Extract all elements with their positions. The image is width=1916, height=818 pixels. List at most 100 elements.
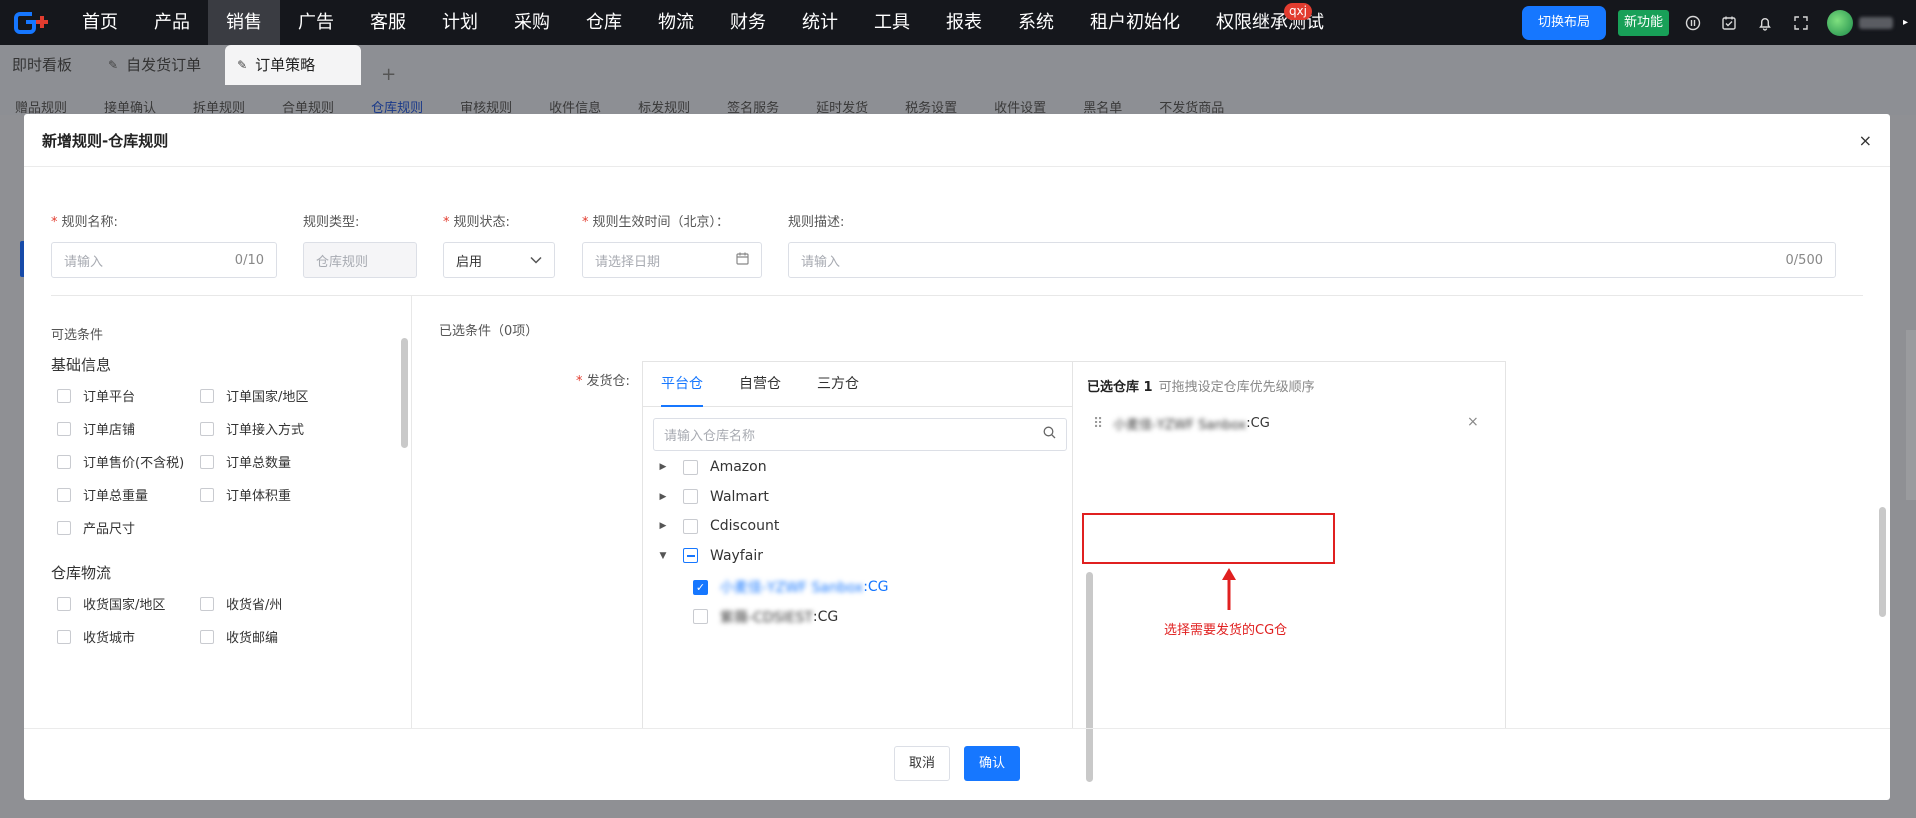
- caret-right-icon[interactable]: ▸: [1903, 17, 1908, 28]
- condition-checkbox[interactable]: 订单接入方式: [200, 419, 304, 438]
- warehouse-tree-leaf[interactable]: 紫薇-CDSIEST:CG: [693, 607, 838, 627]
- nav-item[interactable]: 报表: [928, 0, 1000, 45]
- left-panel-scrollbar[interactable]: [401, 338, 408, 448]
- cancel-button[interactable]: 取消: [894, 746, 950, 781]
- warehouse-type-tab[interactable]: 自营仓: [739, 362, 781, 407]
- warehouse-type-tab[interactable]: 平台仓: [661, 362, 703, 407]
- sub-tab[interactable]: 标发规则: [638, 101, 690, 115]
- nav-item[interactable]: 工具: [856, 0, 928, 45]
- checkbox-icon[interactable]: [683, 548, 698, 563]
- checkbox-icon[interactable]: [57, 520, 71, 535]
- condition-checkbox[interactable]: 订单店铺: [57, 419, 135, 438]
- drag-handle-icon[interactable]: ⠿: [1093, 416, 1103, 432]
- checkbox-icon[interactable]: [200, 629, 214, 644]
- nav-item[interactable]: 广告: [280, 0, 352, 45]
- warehouse-tree-leaf[interactable]: ✓ 小麦佳-YZWF Sanbox:CG: [693, 577, 889, 597]
- sub-tab[interactable]: 税务设置: [905, 101, 957, 115]
- sub-tab[interactable]: 签名服务: [727, 101, 779, 115]
- calendar-check-icon[interactable]: [1711, 0, 1747, 45]
- condition-checkbox[interactable]: 订单总数量: [200, 452, 291, 471]
- pin-icon[interactable]: ✎: [108, 45, 118, 85]
- nav-item[interactable]: 销售: [208, 0, 280, 45]
- checkbox-icon[interactable]: [57, 454, 71, 469]
- condition-checkbox[interactable]: 产品尺寸: [57, 518, 135, 537]
- status-icon[interactable]: [1675, 0, 1711, 45]
- avatar[interactable]: [1826, 9, 1853, 36]
- sub-tab[interactable]: 拆单规则: [193, 101, 245, 115]
- add-tab-button[interactable]: +: [361, 64, 416, 85]
- checkbox-icon[interactable]: [57, 629, 71, 644]
- switch-layout-button[interactable]: 切换布局: [1521, 5, 1606, 40]
- warehouse-type-tab[interactable]: 三方仓: [817, 362, 859, 407]
- confirm-button[interactable]: 确认: [964, 746, 1020, 781]
- sub-tab[interactable]: 接单确认: [104, 101, 156, 115]
- nav-item[interactable]: 计划: [424, 0, 496, 45]
- checkbox-icon[interactable]: ✓: [693, 579, 708, 595]
- sub-tab[interactable]: 黑名单: [1083, 101, 1122, 115]
- sub-tab[interactable]: 不发货商品: [1159, 101, 1224, 115]
- nav-item[interactable]: 租户初始化: [1072, 0, 1198, 45]
- nav-item[interactable]: 仓库: [568, 0, 640, 45]
- checkbox-icon[interactable]: [683, 459, 698, 475]
- sub-tab[interactable]: 仓库规则: [371, 101, 423, 115]
- fullscreen-icon[interactable]: [1783, 0, 1819, 45]
- nav-item[interactable]: 采购: [496, 0, 568, 45]
- warehouse-tree-node[interactable]: ▶ Cdiscount: [657, 518, 780, 534]
- checkbox-icon[interactable]: [693, 609, 708, 624]
- checkbox-icon[interactable]: [200, 596, 214, 611]
- condition-checkbox[interactable]: 收货国家/地区: [57, 594, 165, 613]
- sub-tab[interactable]: 合单规则: [282, 101, 334, 115]
- condition-checkbox[interactable]: 收货省/州: [200, 594, 282, 613]
- checkbox-icon[interactable]: [57, 596, 71, 611]
- nav-item[interactable]: 统计: [784, 0, 856, 45]
- condition-checkbox[interactable]: 收货邮编: [200, 627, 278, 646]
- nav-item[interactable]: 财务: [712, 0, 784, 45]
- condition-checkbox[interactable]: 收货城市: [57, 627, 135, 646]
- caret-right-icon[interactable]: ▶: [657, 492, 669, 502]
- warehouse-tree-node[interactable]: ▶ Walmart: [657, 489, 769, 505]
- remove-warehouse-icon[interactable]: ×: [1467, 414, 1479, 430]
- checkbox-icon[interactable]: [200, 421, 214, 436]
- checkbox-icon[interactable]: [200, 487, 214, 502]
- sub-tab[interactable]: 收件设置: [994, 101, 1046, 115]
- checkbox-icon[interactable]: [200, 454, 214, 469]
- sub-tab[interactable]: 赠品规则: [15, 101, 67, 115]
- right-panel-scrollbar[interactable]: [1879, 507, 1886, 617]
- rule-status-select[interactable]: 启用: [443, 242, 555, 278]
- checkbox-icon[interactable]: [200, 388, 214, 403]
- caret-down-icon[interactable]: ▼: [657, 551, 669, 561]
- app-logo[interactable]: [0, 0, 64, 45]
- sub-tab[interactable]: 延时发货: [816, 101, 868, 115]
- caret-right-icon[interactable]: ▶: [657, 521, 669, 531]
- sub-tab[interactable]: 审核规则: [460, 101, 512, 115]
- condition-checkbox[interactable]: 订单平台: [57, 386, 135, 405]
- warehouse-tree-node[interactable]: ▼ Wayfair: [657, 548, 763, 564]
- checkbox-icon[interactable]: [683, 518, 698, 534]
- caret-right-icon[interactable]: ▶: [657, 462, 669, 472]
- nav-item[interactable]: 权限继承测试 qxj: [1198, 0, 1342, 45]
- checkbox-icon[interactable]: [57, 421, 71, 436]
- sub-tab[interactable]: 收件信息: [549, 101, 601, 115]
- condition-checkbox[interactable]: 订单体积重: [200, 485, 291, 504]
- tab-order-strategy[interactable]: ✎ 订单策略: [225, 45, 362, 85]
- condition-checkbox[interactable]: 订单总重量: [57, 485, 148, 504]
- checkbox-icon[interactable]: [683, 489, 698, 504]
- bell-icon[interactable]: [1747, 0, 1783, 45]
- close-icon[interactable]: ×: [1859, 131, 1872, 150]
- warehouse-search-input[interactable]: 请输入仓库名称: [653, 418, 1067, 451]
- pin-icon[interactable]: ✎: [237, 45, 247, 85]
- tab-dashboard[interactable]: 即时看板: [0, 45, 96, 85]
- rule-time-datepicker[interactable]: 请选择日期: [582, 242, 762, 278]
- nav-item[interactable]: 首页: [64, 0, 136, 45]
- nav-item[interactable]: 物流: [640, 0, 712, 45]
- condition-checkbox[interactable]: 订单售价(不含税): [57, 452, 184, 471]
- rule-name-input[interactable]: 请输入 0/10: [51, 242, 277, 278]
- new-feature-button[interactable]: 新功能: [1617, 9, 1669, 36]
- nav-item[interactable]: 产品: [136, 0, 208, 45]
- rule-desc-input[interactable]: 请输入 0/500: [788, 242, 1836, 278]
- selected-warehouse-item[interactable]: ⠿ 小麦佳-YZWF Sanbox:CG: [1093, 414, 1270, 434]
- warehouse-tree-node[interactable]: ▶ Amazon: [657, 459, 767, 475]
- username-blurred[interactable]: [1858, 16, 1893, 29]
- condition-checkbox[interactable]: 订单国家/地区: [200, 386, 308, 405]
- nav-item[interactable]: 系统: [1000, 0, 1072, 45]
